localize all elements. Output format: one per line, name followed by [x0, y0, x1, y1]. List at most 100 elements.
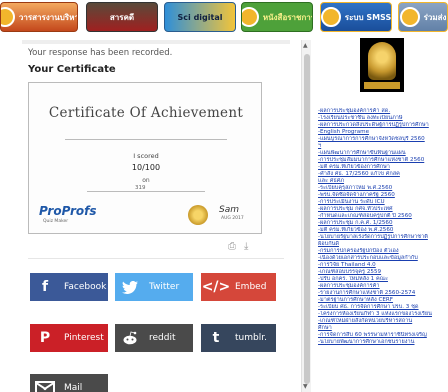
certificate-title: Certificate Of Achievement	[48, 105, 244, 121]
sidebar: -ผลการประชุมองค์การค้า สด. -โรงเรียนประชา…	[318, 34, 448, 392]
sidebar-link[interactable]: -ผลการประชุม ก.ค.ศ. 1/2560	[318, 220, 448, 227]
sidebar-link[interactable]: ศึกษา	[318, 325, 448, 332]
sidebar-link[interactable]: -นโยบายพัฒนาการศึกษาเอกชนรายงาน	[318, 339, 448, 346]
form-response-panel: Your response has been recorded. Your Ce…	[22, 40, 290, 392]
sidebar-link[interactable]: -ผลการประชุมองค์การค้า	[318, 283, 448, 290]
response-recorded-text: Your response has been recorded.	[28, 48, 173, 58]
facebook-share-button[interactable]: f Facebook	[30, 273, 108, 301]
name-line	[65, 139, 227, 140]
sidebar-link[interactable]: -มาตรฐานการศึกษาหลัง CERF	[318, 297, 448, 304]
sidebar-link[interactable]: -มติ ครม.ที่เกี่ยวข้องการศึกษา	[318, 164, 448, 171]
reddit-label: reddit	[149, 333, 176, 343]
sidebar-link[interactable]: -พรบ.จัดซื้อจัดจ้างภาครัฐ 2560	[318, 192, 448, 199]
twitter-icon	[115, 273, 145, 301]
banner-submit[interactable]: ร่วมส่ง	[398, 2, 448, 32]
sidebar-link[interactable]: -แผนบูรณาการการศึกษาจังหวัดชลบุรี 2560	[318, 136, 448, 143]
tumblr-icon: t	[212, 330, 220, 346]
sidebar-link[interactable]: ฯ	[318, 143, 448, 150]
banner-documents[interactable]: หนังสือราชการ	[241, 2, 313, 32]
on-label: on	[142, 177, 150, 184]
tumblr-label: tumblr.	[235, 333, 267, 343]
embed-label: Embed	[235, 282, 267, 292]
badge-icon	[1, 7, 15, 27]
twitter-share-button[interactable]: Twitter	[115, 273, 193, 301]
sidebar-link[interactable]: -แผนพัฒนาการศึกษาขั้นพื้นฐานแผน	[318, 150, 448, 157]
sidebar-link[interactable]: -เนื่องด้วยเอกสารประกอบและข้อมูลกำกับ	[318, 255, 448, 262]
banner-digital-label: Sci digital	[177, 12, 223, 22]
seal-icon	[399, 7, 420, 27]
sidebar-link[interactable]: -กำหนดและเกณฑ์สอบครูปกติ ปี 2560	[318, 213, 448, 220]
pinterest-share-button[interactable]: P Pinterest	[30, 324, 108, 352]
certificate-card: Certificate Of Achievement I scored 10/1…	[28, 82, 262, 234]
scroll-thumb[interactable]	[304, 54, 310, 384]
banner-digital[interactable]: Sci digital	[164, 2, 236, 32]
certificate-heading: Your Certificate	[28, 64, 116, 75]
twitter-label: Twitter	[149, 282, 180, 292]
banner-school-label: วารสารงานบริหาร	[18, 12, 78, 22]
sidebar-link[interactable]: -มติ ครม.ที่เกี่ยวข้อง พ.ศ.2560	[318, 227, 448, 234]
sidebar-link[interactable]: และ ศธศภ	[318, 178, 448, 185]
facebook-icon: f	[41, 279, 49, 295]
sidebar-link[interactable]: -โรงเรียนประชาชื่น ลงทะเบียนภาษี	[318, 115, 448, 122]
proprofs-logo-sub: Quiz Maker	[43, 219, 69, 224]
sidebar-link[interactable]: -กรมการปกครองรัฐปกป้อง ตัวเอง	[318, 248, 448, 255]
facebook-label: Facebook	[64, 282, 107, 292]
sidebar-link[interactable]: -ผลการประชุมองค์การค้า สด.	[318, 108, 448, 115]
mail-label: Mail	[64, 383, 83, 392]
scroll-down-arrow-icon[interactable]: ▼	[303, 383, 308, 390]
emblem-crest-icon	[368, 42, 396, 80]
award-seal-icon	[188, 205, 208, 225]
sidebar-link[interactable]: -รายงานการศึกษาแห่งชาติ 2560-2574	[318, 290, 448, 297]
sidebar-link[interactable]: -เกณฑ์ใหม่ฝ่ายสังกัดหน่วยบริหารสถาน	[318, 318, 448, 325]
sidebar-link[interactable]: -เกณฑ์สอบบรรจุครู 2559	[318, 269, 448, 276]
reddit-alien-icon	[115, 324, 145, 352]
banner-documents-label: หนังสือราชการ	[262, 12, 313, 22]
sidebar-link[interactable]: -การวิจัย Thailand 4.0	[318, 262, 448, 269]
certificate-tools: ⎙ ⤓	[228, 242, 248, 252]
sidebar-link[interactable]: -การประเมินงาน ระดับ ICU	[318, 199, 448, 206]
banner-video[interactable]: สารคดี	[86, 2, 158, 32]
sidebar-link[interactable]: ฝ้อบกันดี	[318, 241, 448, 248]
sidebar-link-list: -ผลการประชุมองค์การค้า สด. -โรงเรียนประชา…	[318, 108, 448, 346]
scroll-up-arrow-icon[interactable]: ▲	[303, 42, 308, 49]
banner-video-label: สารคดี	[109, 12, 135, 22]
pinterest-label: Pinterest	[64, 333, 104, 343]
mail-share-button[interactable]: Mail	[30, 374, 108, 392]
sidebar-link[interactable]: -ผลการประกวดสิ่งประดิษฐ์การปฏิรูปการศึกษ…	[318, 122, 448, 129]
signature-date: AUG 2017	[221, 216, 244, 221]
score-value: 10/100	[131, 163, 161, 172]
banner-school[interactable]: วารสารงานบริหาร	[0, 2, 78, 32]
banner-smss[interactable]: ระบบ SMSS	[320, 2, 392, 32]
ministry-emblem	[360, 38, 404, 92]
proprofs-logo: ProProfs	[39, 204, 97, 218]
mail-icon-wrap	[30, 374, 60, 392]
page: วารสารงานบริหาร สารคดี Sci digital หนังส…	[0, 0, 448, 392]
panel-top-bar	[22, 40, 290, 44]
print-icon[interactable]: ⎙	[228, 242, 236, 252]
panel-scrollbar[interactable]: ▲ ▼	[301, 40, 311, 392]
banner-smss-label: ระบบ SMSS	[344, 12, 392, 22]
reddit-share-button[interactable]: reddit	[115, 324, 193, 352]
seal-icon	[242, 7, 259, 27]
banner-submit-label: ร่วมส่ง	[423, 12, 447, 22]
sidebar-link[interactable]: -ปรับ อกคร. ใหม่หลัง 1 คณะ	[318, 276, 448, 283]
sidebar-link[interactable]: -ระเบียบคุรุสภาใหม่ พ.ศ.2560	[318, 185, 448, 192]
sidebar-link[interactable]: -ระเบียบ ศธ. การจัดการศึกษา ปรบ. 3 ชุด	[318, 304, 448, 311]
sidebar-link[interactable]: -English Programe	[318, 129, 448, 136]
banner-row: วารสารงานบริหาร สารคดี Sci digital หนังส…	[0, 0, 448, 34]
embed-button[interactable]: </> Embed	[201, 273, 276, 301]
download-icon[interactable]: ⤓	[244, 242, 248, 252]
sidebar-link[interactable]: -คำสั่ง ศธ. 17/2560 แก้ไข ศกสค	[318, 171, 448, 178]
pinterest-icon: P	[39, 330, 51, 346]
sidebar-link[interactable]: -การประชุมสัมมนาการศึกษาแห่งชาติ 2560	[318, 157, 448, 164]
date-line	[87, 191, 205, 192]
sidebar-link[interactable]: -โครงการห้องเรียนกีฬา 3 แห่งแรกของโรงเรี…	[318, 311, 448, 318]
divider	[28, 258, 284, 259]
embed-code-icon: </>	[201, 279, 231, 295]
sidebar-link[interactable]: -การจัดการสืบ 60 พรรษามหาราชินีทรงเจริญ	[318, 332, 448, 339]
tumblr-share-button[interactable]: t tumblr.	[201, 324, 276, 352]
seal-icon	[321, 7, 341, 27]
sidebar-link[interactable]: -นโยบายรัฐบาลเร่งรัดการปฏิรูปการศึกษาชาต…	[318, 234, 448, 241]
sidebar-link[interactable]: -ผลการประชุม กศจ.ทั่วประเทศ	[318, 206, 448, 213]
signature: Sam	[219, 205, 239, 215]
